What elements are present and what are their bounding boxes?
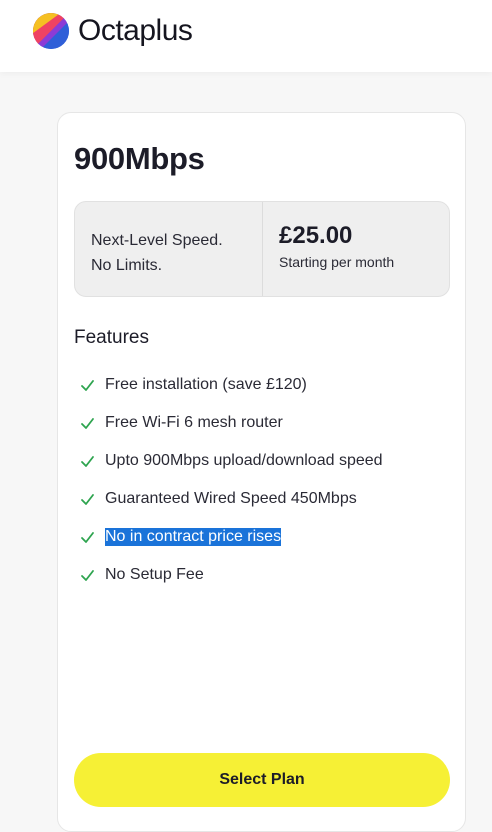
feature-item: Free installation (save £120) — [80, 366, 383, 404]
brand-logo[interactable]: Octaplus — [32, 12, 193, 50]
tagline-line-1: Next-Level Speed. — [91, 232, 223, 249]
feature-label: Guaranteed Wired Speed 450Mbps — [105, 490, 357, 507]
price-box: Next-Level Speed. No Limits. £25.00 Star… — [74, 201, 450, 297]
check-icon — [81, 417, 94, 429]
brand-name: Octaplus — [78, 14, 193, 47]
price-note: Starting per month — [279, 254, 395, 270]
feature-label: No Setup Fee — [105, 566, 204, 583]
feature-item: Upto 900Mbps upload/download speed — [80, 442, 383, 480]
feature-label-selected: No in contract price rises — [105, 528, 282, 546]
plan-title: 900Mbps — [74, 141, 205, 176]
check-icon — [81, 455, 94, 467]
octaplus-logo-icon — [33, 13, 69, 49]
plan-card: 900Mbps Next-Level Speed. No Limits. £25… — [57, 112, 466, 832]
plan-tagline: Next-Level Speed. No Limits. — [75, 202, 263, 296]
feature-item: Free Wi-Fi 6 mesh router — [80, 404, 383, 442]
check-icon — [81, 493, 94, 505]
site-header: Octaplus — [0, 0, 492, 72]
features-heading: Features — [74, 327, 149, 348]
check-icon — [81, 569, 94, 581]
price-info: £25.00 Starting per month — [263, 202, 394, 296]
select-plan-button[interactable]: Select Plan — [74, 753, 450, 807]
feature-item: Guaranteed Wired Speed 450Mbps — [80, 480, 383, 518]
feature-label: Free Wi-Fi 6 mesh router — [105, 414, 283, 431]
feature-list: Free installation (save £120) Free Wi-Fi… — [80, 366, 383, 594]
tagline-line-2: No Limits. — [91, 257, 163, 274]
plan-price: £25.00 — [279, 222, 353, 249]
feature-label: Free installation (save £120) — [105, 376, 307, 393]
check-icon — [81, 379, 94, 391]
feature-label: Upto 900Mbps upload/download speed — [105, 452, 383, 469]
feature-item: No in contract price rises — [80, 518, 383, 556]
feature-item: No Setup Fee — [80, 556, 383, 594]
check-icon — [81, 531, 94, 543]
